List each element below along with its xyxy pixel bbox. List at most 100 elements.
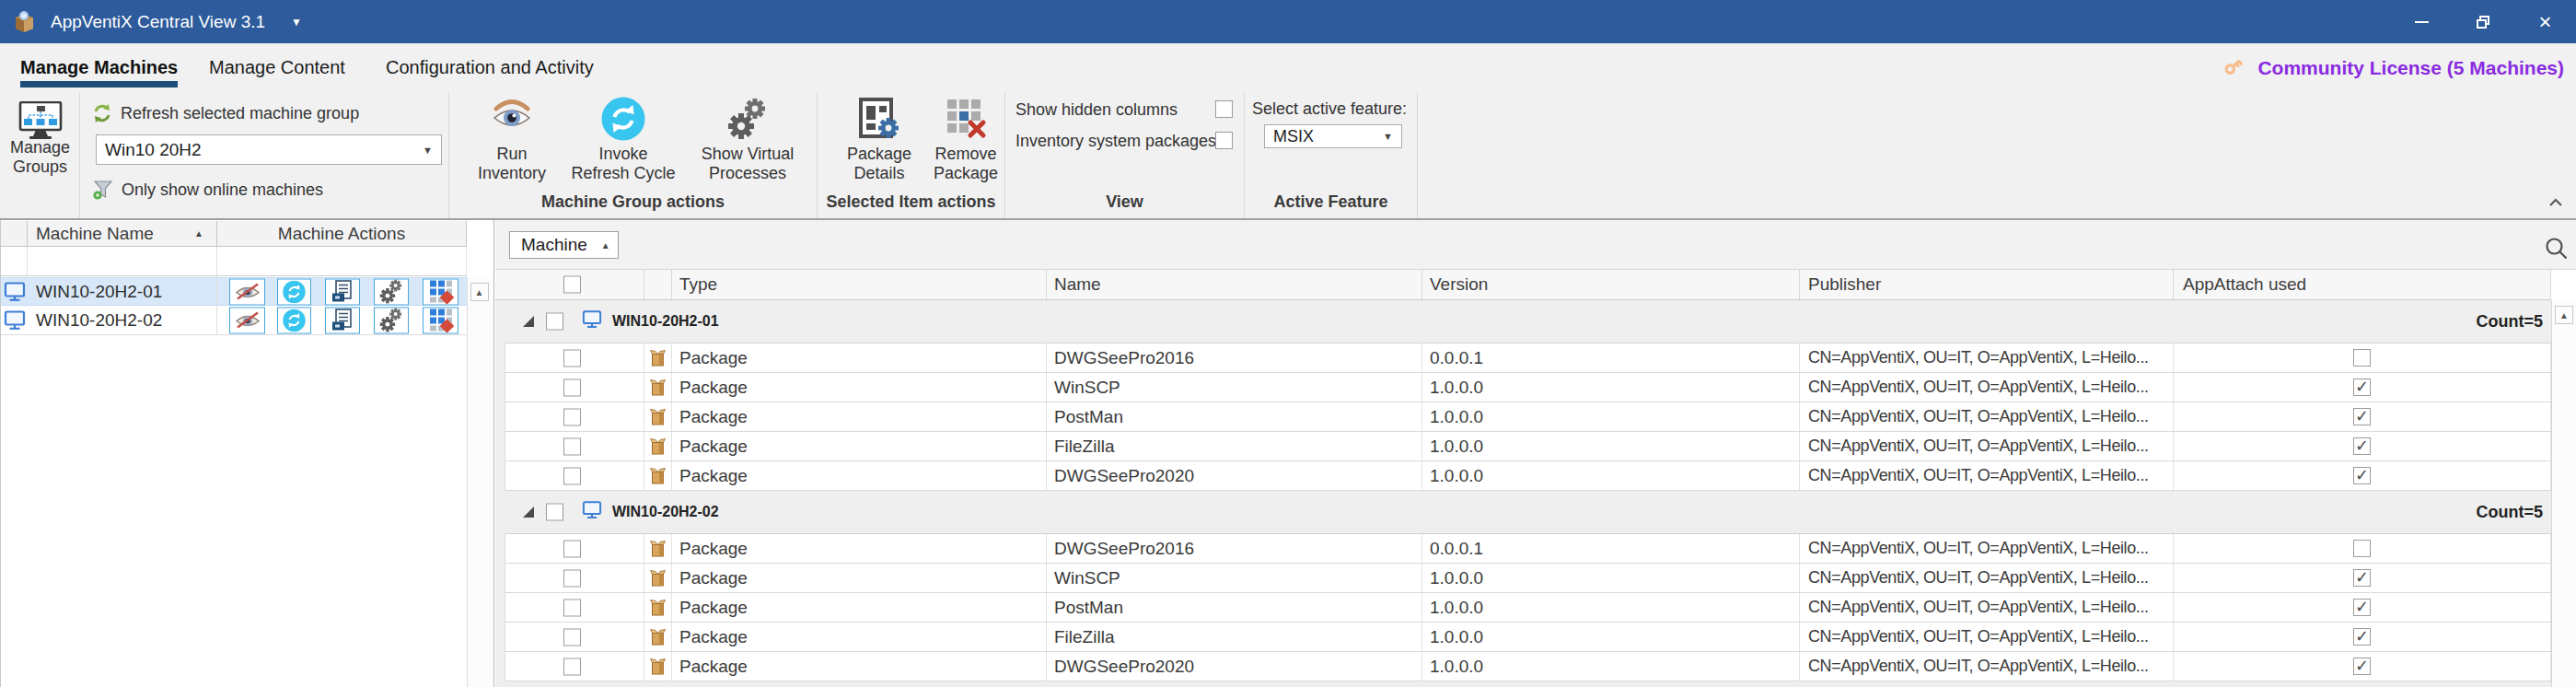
machine-list-scrollbar[interactable]: ▲ bbox=[467, 277, 491, 687]
manage-groups-icon bbox=[17, 101, 64, 138]
machine-action-processes-gears-icon[interactable] bbox=[374, 278, 409, 305]
machine-action-remove-packages-grid-icon[interactable] bbox=[423, 278, 458, 305]
row-select-checkbox[interactable] bbox=[563, 378, 581, 396]
machine-action-refresh-cycle-icon[interactable] bbox=[277, 307, 311, 333]
package-row[interactable]: Package DWGSeePro2020 1.0.0.0 CN=AppVent… bbox=[495, 652, 2551, 681]
column-header-machine-actions[interactable]: Machine Actions bbox=[217, 221, 467, 246]
column-header-type[interactable]: Type bbox=[672, 270, 1047, 299]
search-icon[interactable] bbox=[2544, 236, 2570, 262]
package-row[interactable]: Package WinSCP 1.0.0.0 CN=AppVentiX, OU=… bbox=[495, 564, 2551, 593]
machine-action-refresh-cycle-icon[interactable] bbox=[277, 278, 311, 305]
package-details-button[interactable]: PackageDetails bbox=[833, 97, 925, 183]
license-label: Community License (5 Machines) bbox=[2257, 57, 2564, 79]
group-select-checkbox[interactable] bbox=[546, 313, 563, 331]
row-select-checkbox[interactable] bbox=[563, 349, 581, 367]
package-publisher-cell: CN=AppVentiX, OU=IT, O=AppVentiX, L=Heil… bbox=[1800, 344, 2174, 372]
refresh-machine-group-button[interactable]: Refresh selected machine group bbox=[92, 103, 359, 123]
package-row[interactable]: Package DWGSeePro2016 0.0.0.1 CN=AppVent… bbox=[495, 534, 2551, 564]
appattach-checkbox[interactable]: ✓ bbox=[2353, 467, 2371, 484]
package-row[interactable]: Package DWGSeePro2020 1.0.0.0 CN=AppVent… bbox=[495, 461, 2551, 491]
appattach-checkbox[interactable] bbox=[2353, 349, 2371, 367]
collapse-group-icon[interactable] bbox=[523, 507, 534, 518]
appattach-checkbox[interactable]: ✓ bbox=[2353, 378, 2371, 396]
package-group-row[interactable]: WIN10-20H2-01 Count=5 bbox=[495, 300, 2551, 344]
inventory-system-packages-checkbox[interactable] bbox=[1215, 132, 1233, 149]
content-area: Machine Name ▲ Machine Actions WIN10-20H… bbox=[0, 220, 2576, 687]
package-row[interactable]: Package FileZilla 1.0.0.0 CN=AppVentiX, … bbox=[495, 432, 2551, 461]
row-select-checkbox[interactable] bbox=[563, 658, 581, 675]
title-caret-icon[interactable]: ▼ bbox=[291, 16, 302, 29]
scroll-up-icon[interactable]: ▲ bbox=[470, 283, 489, 301]
appattach-checkbox[interactable]: ✓ bbox=[2353, 599, 2371, 616]
machine-row[interactable]: WIN10-20H2-02 bbox=[1, 306, 467, 335]
appattach-checkbox[interactable]: ✓ bbox=[2353, 408, 2371, 425]
restore-button[interactable] bbox=[2453, 0, 2514, 43]
row-select-checkbox[interactable] bbox=[563, 437, 581, 455]
appattach-checkbox[interactable]: ✓ bbox=[2353, 437, 2371, 455]
column-header-appattach[interactable]: AppAttach used bbox=[2174, 270, 2551, 299]
machine-action-remove-packages-grid-icon[interactable] bbox=[423, 307, 458, 333]
online-filter-toggle[interactable]: Only show online machines bbox=[92, 180, 323, 201]
package-row[interactable]: Package WinSCP 1.0.0.0 CN=AppVentiX, OU=… bbox=[495, 373, 2551, 402]
packages-scrollbar[interactable]: ▲ bbox=[2551, 300, 2576, 687]
row-select-checkbox[interactable] bbox=[563, 569, 581, 587]
tab-manage-machines[interactable]: Manage Machines bbox=[20, 43, 178, 92]
package-type-cell: Package bbox=[672, 461, 1047, 490]
machine-monitor-icon bbox=[582, 310, 602, 332]
invoke-refresh-cycle-button[interactable]: InvokeRefresh Cycle bbox=[565, 97, 681, 183]
show-hidden-columns-checkbox[interactable] bbox=[1215, 100, 1233, 118]
row-select-checkbox[interactable] bbox=[563, 599, 581, 616]
machine-group-combobox[interactable]: Win10 20H2 ▼ bbox=[96, 134, 442, 165]
manage-groups-button[interactable]: ManageGroups bbox=[0, 101, 80, 177]
tab-configuration-activity[interactable]: Configuration and Activity bbox=[386, 43, 594, 92]
package-row[interactable]: Package DWGSeePro2016 0.0.0.1 CN=AppVent… bbox=[495, 344, 2551, 373]
machine-action-inventory-report-icon[interactable] bbox=[325, 278, 360, 305]
appattach-checkbox[interactable]: ✓ bbox=[2353, 628, 2371, 646]
column-header-machine-name[interactable]: Machine Name ▲ bbox=[28, 221, 217, 246]
appattach-checkbox[interactable] bbox=[2353, 540, 2371, 557]
column-header-name[interactable]: Name bbox=[1047, 270, 1422, 299]
row-select-checkbox[interactable] bbox=[563, 540, 581, 557]
row-select-checkbox[interactable] bbox=[563, 628, 581, 646]
column-header-version[interactable]: Version bbox=[1422, 270, 1800, 299]
machine-name-cell[interactable]: WIN10-20H2-02 bbox=[28, 306, 217, 334]
select-all-checkbox[interactable] bbox=[563, 276, 581, 294]
package-row[interactable]: Package PostMan 1.0.0.0 CN=AppVentiX, OU… bbox=[495, 593, 2551, 623]
remove-package-button[interactable]: RemovePackage bbox=[920, 97, 1012, 183]
machine-action-hide-from-inventory-icon[interactable] bbox=[229, 278, 265, 305]
select-all-column-header[interactable] bbox=[495, 270, 644, 299]
package-name-cell: DWGSeePro2016 bbox=[1047, 344, 1422, 372]
active-feature-combobox[interactable]: MSIX ▼ bbox=[1264, 124, 1402, 148]
collapse-ribbon-button[interactable] bbox=[2548, 194, 2563, 211]
gears-icon bbox=[725, 97, 771, 145]
row-select-cell bbox=[495, 344, 644, 372]
appattach-checkbox[interactable]: ✓ bbox=[2353, 569, 2371, 587]
minimize-button[interactable] bbox=[2391, 0, 2453, 43]
row-select-checkbox[interactable] bbox=[563, 467, 581, 484]
machine-action-inventory-report-icon[interactable] bbox=[325, 307, 360, 333]
show-virtual-processes-button[interactable]: Show VirtualProcesses bbox=[687, 97, 808, 183]
ribbon-tabs: Manage Machines Manage Content Configura… bbox=[0, 43, 2576, 92]
close-button[interactable]: × bbox=[2514, 0, 2576, 43]
package-row[interactable]: Package PostMan 1.0.0.0 CN=AppVentiX, OU… bbox=[495, 402, 2551, 432]
machine-name-cell[interactable]: WIN10-20H2-01 bbox=[28, 278, 217, 305]
package-group-row[interactable]: WIN10-20H2-02 Count=5 bbox=[495, 491, 2551, 534]
scroll-up-icon[interactable]: ▲ bbox=[2555, 306, 2573, 324]
row-select-checkbox[interactable] bbox=[563, 408, 581, 425]
package-row[interactable]: Package FileZilla 1.0.0.0 CN=AppVentiX, … bbox=[495, 623, 2551, 652]
package-icon bbox=[644, 623, 672, 651]
collapse-group-icon[interactable] bbox=[523, 316, 534, 327]
minimize-icon bbox=[2415, 21, 2429, 23]
package-version-cell: 1.0.0.0 bbox=[1422, 461, 1800, 490]
tab-manage-content[interactable]: Manage Content bbox=[209, 43, 345, 92]
run-inventory-button[interactable]: RunInventory bbox=[457, 97, 567, 183]
column-header-publisher[interactable]: Publisher bbox=[1800, 270, 2174, 299]
appattach-checkbox[interactable]: ✓ bbox=[2353, 658, 2371, 675]
machine-action-processes-gears-icon[interactable] bbox=[374, 307, 409, 333]
group-select-checkbox[interactable] bbox=[546, 504, 563, 521]
machine-group-value: Win10 20H2 bbox=[105, 140, 202, 160]
group-by-chip-machine[interactable]: Machine ▲ bbox=[509, 231, 619, 259]
machine-row[interactable]: WIN10-20H2-01 bbox=[1, 277, 467, 306]
machine-list-filter-row[interactable] bbox=[1, 247, 467, 276]
machine-action-hide-from-inventory-icon[interactable] bbox=[229, 307, 265, 333]
